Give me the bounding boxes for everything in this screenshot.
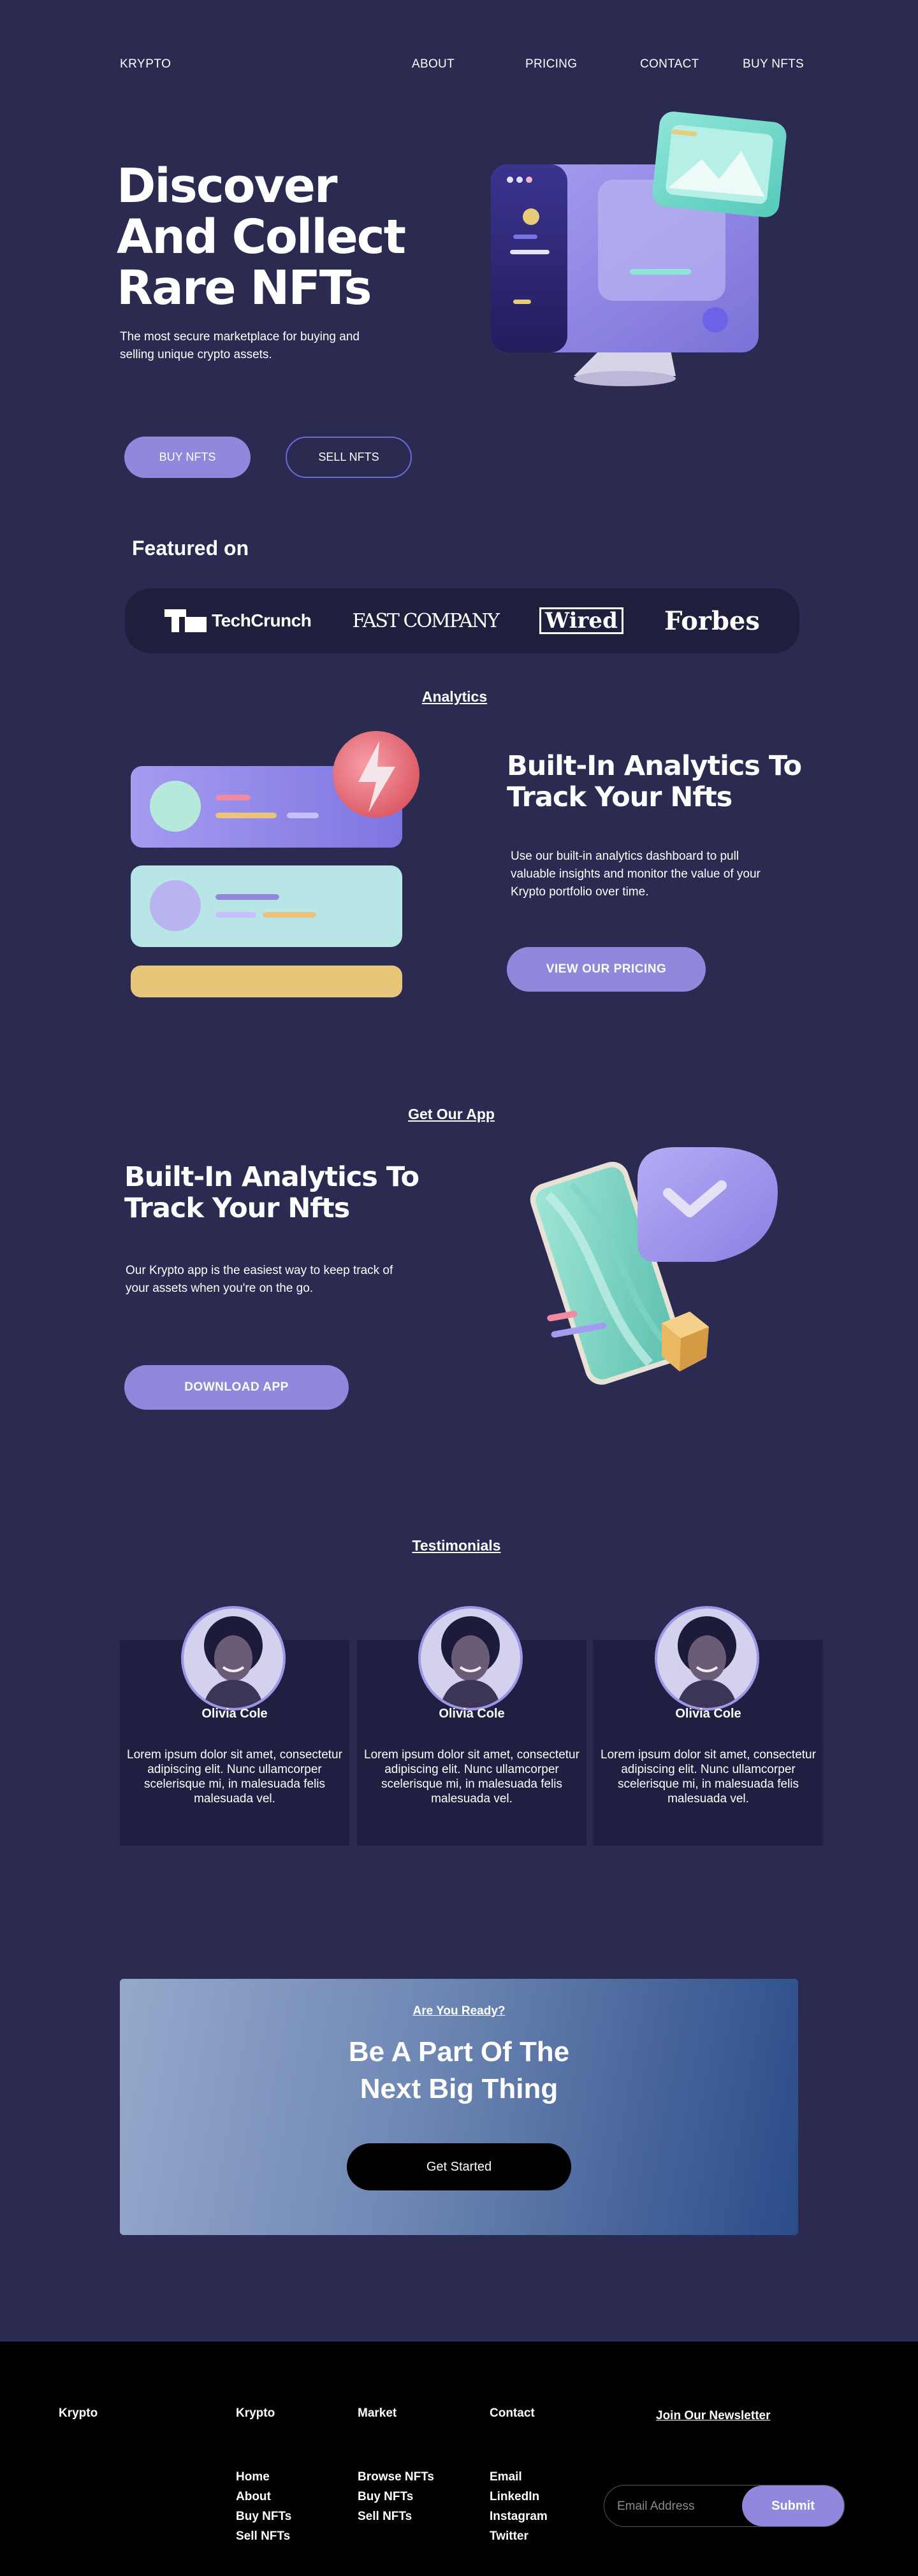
footer-link-buy-nfts[interactable]: Buy NFTs [358,2487,434,2507]
newsletter-email-input[interactable] [617,2495,745,2518]
footer-heading-krypto: Krypto [236,2406,275,2420]
techcrunch-logo: TechCrunch [164,609,312,632]
hero-title-line: Discover [117,159,337,213]
featured-logos-bar: TechCrunch FAST COMPANY Wired Forbes [125,588,799,653]
avatar [181,1606,286,1711]
newsletter-submit-button[interactable]: Submit [742,2486,844,2526]
footer-link-sell-nfts[interactable]: Sell NFTs [358,2507,434,2526]
testimonial-name: Olivia Cole [201,1707,268,1721]
footer: Krypto Krypto Home About Buy NFTs Sell N… [0,2341,918,2576]
hero-title-line: And Collect [117,210,406,264]
view-pricing-button[interactable]: VIEW OUR PRICING [507,947,706,992]
testimonial-text: Lorem ipsum dolor sit amet, consectetur … [601,1748,816,1805]
avatar [418,1606,523,1711]
footer-link-browse-nfts[interactable]: Browse NFTs [358,2467,434,2487]
footer-link-home[interactable]: Home [236,2467,291,2487]
footer-link-about[interactable]: About [236,2487,291,2507]
newsletter-form: Submit [604,2485,845,2527]
newsletter-heading: Join Our Newsletter [656,2409,771,2422]
featured-title: Featured on [132,537,249,560]
analytics-section-label: Analytics [421,688,488,705]
hero-monitor-illustration [484,108,797,402]
footer-link-instagram[interactable]: Instagram [490,2507,548,2526]
fast-company-logo: FAST COMPANY [352,609,499,632]
app-phone-illustration [523,1141,790,1415]
footer-link-sell-nfts[interactable]: Sell NFTs [236,2526,291,2546]
footer-link-buy-nfts[interactable]: Buy NFTs [236,2507,291,2526]
app-title: Built-In Analytics To Track Your Nfts [124,1161,419,1224]
footer-link-twitter[interactable]: Twitter [490,2526,548,2546]
footer-links-krypto: Home About Buy NFTs Sell NFTs [236,2467,291,2546]
nav-brand[interactable]: KRYPTO [120,57,171,71]
cta-title: Be A Part Of The Next Big Thing [120,2034,798,2108]
nav-link-contact[interactable]: CONTACT [640,57,699,71]
avatar [655,1606,759,1711]
nav-link-buy-nfts[interactable]: BUY NFTS [743,57,804,71]
download-app-button[interactable]: DOWNLOAD APP [124,1365,349,1410]
footer-link-linkedin[interactable]: LinkedIn [490,2487,548,2507]
testimonial-text: Lorem ipsum dolor sit amet, consectetur … [364,1748,579,1805]
app-section-label: Get Our App [408,1106,495,1122]
cta-eyebrow: Are You Ready? [412,2004,506,2018]
footer-heading-market: Market [358,2406,397,2420]
sell-nfts-button[interactable]: SELL NFTS [286,437,412,478]
footer-brand[interactable]: Krypto [59,2406,98,2420]
techcrunch-mark-icon [164,609,207,632]
nav-link-pricing[interactable]: PRICING [525,57,577,71]
get-started-button[interactable]: Get Started [347,2143,571,2190]
nav-link-about[interactable]: ABOUT [412,57,455,71]
footer-link-email[interactable]: Email [490,2467,548,2487]
app-body: Our Krypto app is the easiest way to kee… [126,1264,393,1295]
buy-nfts-button[interactable]: BUY NFTS [124,437,251,478]
testimonial-name: Olivia Cole [675,1707,741,1721]
cta-title-line: Next Big Thing [360,2073,558,2104]
analytics-body: Use our built-in analytics dashboard to … [511,850,761,899]
hero-subtitle: The most secure marketplace for buying a… [120,330,360,361]
hero-title: Discover And Collect Rare NFTs [117,161,448,314]
footer-heading-contact: Contact [490,2406,535,2420]
hero-title-line: Rare NFTs [117,261,372,315]
testimonials-section-label: Testimonials [412,1537,501,1554]
testimonial-name: Olivia Cole [439,1707,505,1721]
testimonial-text: Lorem ipsum dolor sit amet, consectetur … [127,1748,342,1805]
analytics-cards-illustration [127,723,427,1004]
wired-logo: Wired [539,607,623,634]
footer-links-contact: Email LinkedIn Instagram Twitter [490,2467,548,2546]
wired-wordmark: Wired [539,607,623,634]
techcrunch-wordmark: TechCrunch [212,611,312,630]
forbes-logo: Forbes [664,605,760,636]
analytics-title: Built-In Analytics To Track Your Nfts [507,750,802,813]
cta-title-line: Be A Part Of The [348,2036,570,2067]
cta-banner: Are You Ready? Be A Part Of The Next Big… [120,1979,798,2235]
footer-links-market: Browse NFTs Buy NFTs Sell NFTs [358,2467,434,2526]
